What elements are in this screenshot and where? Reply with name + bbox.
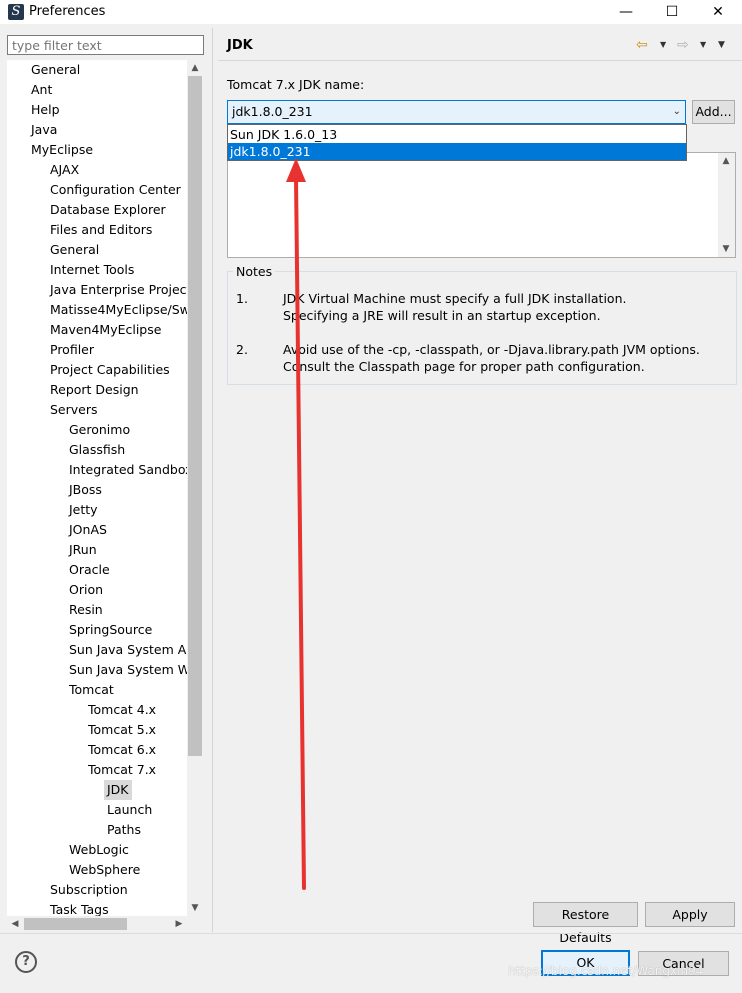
back-arrow-icon[interactable]: ⇦: [636, 37, 648, 53]
apply-button[interactable]: Apply: [645, 902, 735, 927]
tree-item[interactable]: Subscription: [50, 880, 128, 900]
tree-item[interactable]: Ant: [31, 80, 52, 100]
tree-item[interactable]: MyEclipse: [31, 140, 93, 160]
scroll-thumb[interactable]: [188, 76, 202, 756]
tree-item[interactable]: AJAX: [50, 160, 79, 180]
tree-item[interactable]: Java: [31, 120, 57, 140]
note-number: 2.: [236, 342, 248, 357]
tree-horizontal-scrollbar[interactable]: ◀ ▶: [7, 916, 187, 932]
filter-input[interactable]: [7, 35, 204, 55]
tree-item[interactable]: Orion: [69, 580, 103, 600]
close-button[interactable]: ✕: [695, 0, 741, 24]
preference-tree[interactable]: General Ant Help Java MyEclipse AJAX Configura…: [7, 60, 187, 918]
tree-item[interactable]: Files and Editors: [50, 220, 152, 240]
add-jdk-button[interactable]: Add...: [692, 100, 735, 124]
tree-item[interactable]: Sun Java System Web Server: [69, 660, 187, 680]
tree-item[interactable]: Tomcat 5.x: [88, 720, 156, 740]
tree-item[interactable]: Sun Java System Application Server: [69, 640, 187, 660]
scroll-down-icon[interactable]: ▼: [187, 900, 203, 916]
tree-item[interactable]: Java Enterprise Project: [50, 280, 187, 300]
tree-item[interactable]: Internet Tools: [50, 260, 134, 280]
tree-item-selected[interactable]: JDK: [104, 780, 132, 800]
notes-group: 1. JDK Virtual Machine must specify a fu…: [227, 271, 737, 385]
maximize-button[interactable]: ☐: [649, 0, 695, 24]
forward-arrow-icon[interactable]: ⇨: [677, 37, 689, 53]
help-icon[interactable]: ?: [15, 951, 37, 973]
tree-item[interactable]: Help: [31, 100, 60, 120]
note-text: JDK Virtual Machine must specify a full …: [283, 291, 627, 306]
tree-item[interactable]: Tomcat 6.x: [88, 740, 156, 760]
tree-item[interactable]: Integrated Sandbox: [69, 460, 187, 480]
restore-defaults-button[interactable]: Restore Defaults: [533, 902, 638, 945]
tree-vertical-scrollbar[interactable]: ▲ ▼: [187, 60, 203, 918]
page-title: JDK: [227, 38, 253, 53]
tree-item[interactable]: Glassfish: [69, 440, 125, 460]
tree-item[interactable]: General: [31, 60, 80, 80]
tree-item[interactable]: Tomcat: [69, 680, 114, 700]
pane-splitter[interactable]: [212, 28, 213, 932]
tree-item[interactable]: Tomcat 4.x: [88, 700, 156, 720]
tree-item[interactable]: Oracle: [69, 560, 110, 580]
tree-item[interactable]: Report Design: [50, 380, 139, 400]
chevron-down-icon[interactable]: ⌄: [673, 103, 681, 121]
notes-title: Notes: [233, 264, 276, 279]
tree-item[interactable]: SpringSource: [69, 620, 152, 640]
jdk-dropdown-list[interactable]: Sun JDK 1.6.0_13 jdk1.8.0_231: [227, 124, 687, 161]
tree-item[interactable]: Servers: [50, 400, 98, 420]
note-text: Specifying a JRE will result in an start…: [283, 308, 601, 323]
jdk-name-label: Tomcat 7.x JDK name:: [227, 77, 365, 92]
tree-item[interactable]: WebSphere: [69, 860, 140, 880]
tree-item[interactable]: Matisse4MyEclipse/Swing: [50, 300, 187, 320]
view-menu-icon[interactable]: ▼: [718, 40, 725, 50]
tree-item[interactable]: Database Explorer: [50, 200, 166, 220]
tree-item[interactable]: General: [50, 240, 99, 260]
tree-item[interactable]: Paths: [107, 820, 141, 840]
scroll-left-icon[interactable]: ◀: [7, 916, 23, 932]
myeclipse-app-icon: S: [8, 4, 24, 20]
tree-item[interactable]: Resin: [69, 600, 103, 620]
tree-item[interactable]: JBoss: [69, 480, 102, 500]
scroll-down-icon[interactable]: ▼: [718, 241, 734, 257]
note-text: Consult the Classpath page for proper pa…: [283, 359, 645, 374]
scroll-up-icon[interactable]: ▲: [187, 60, 203, 76]
note-number: 1.: [236, 291, 248, 306]
tree-item[interactable]: Profiler: [50, 340, 94, 360]
tree-item[interactable]: Launch: [107, 800, 152, 820]
jdk-combo-value: jdk1.8.0_231: [232, 104, 313, 119]
scroll-thumb[interactable]: [24, 918, 127, 930]
tree-item[interactable]: Project Capabilities: [50, 360, 170, 380]
tree-item[interactable]: JOnAS: [69, 520, 107, 540]
dropdown-option[interactable]: Sun JDK 1.6.0_13: [228, 126, 686, 143]
window-title: Preferences: [29, 4, 106, 19]
textarea-scrollbar[interactable]: ▲ ▼: [718, 153, 735, 257]
tree-item[interactable]: Geronimo: [69, 420, 130, 440]
tree-item[interactable]: Tomcat 7.x: [88, 760, 156, 780]
dropdown-option-selected[interactable]: jdk1.8.0_231: [228, 143, 686, 160]
tree-item[interactable]: JRun: [69, 540, 97, 560]
note-text: Avoid use of the -cp, -classpath, or -Dj…: [283, 342, 700, 357]
footer-divider: [0, 933, 742, 934]
tree-item[interactable]: WebLogic: [69, 840, 129, 860]
header-divider: [218, 60, 742, 61]
back-menu-chevron-icon[interactable]: ▼: [660, 40, 666, 49]
tree-item[interactable]: Maven4MyEclipse: [50, 320, 161, 340]
minimize-button[interactable]: —: [603, 0, 649, 24]
vm-arguments-textarea[interactable]: [227, 152, 736, 258]
jdk-name-combo[interactable]: jdk1.8.0_231 ⌄: [227, 100, 686, 124]
tree-item[interactable]: Configuration Center: [50, 180, 181, 200]
tree-item[interactable]: Jetty: [69, 500, 98, 520]
scroll-up-icon[interactable]: ▲: [718, 153, 734, 169]
forward-menu-chevron-icon[interactable]: ▼: [700, 40, 706, 49]
watermark: https://blog.csdn.net/Wangxin94: [508, 964, 704, 978]
scroll-right-icon[interactable]: ▶: [171, 916, 187, 932]
